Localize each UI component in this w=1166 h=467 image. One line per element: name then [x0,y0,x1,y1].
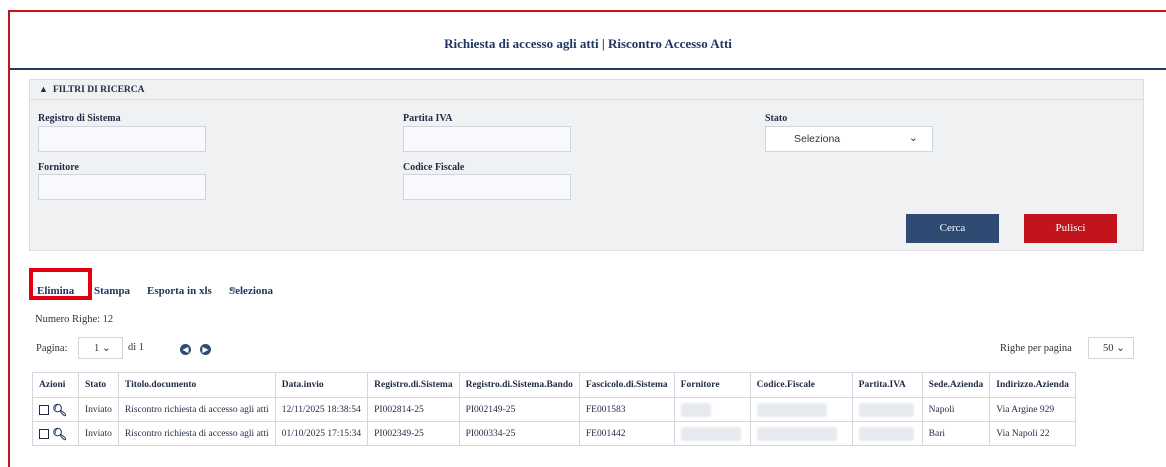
page-select[interactable]: 1 ⌄ [78,337,123,359]
cell-fascicolo: FE001442 [578,421,675,446]
stato-select[interactable]: Seleziona ⌄ [765,126,933,152]
filters-toggle[interactable]: ▲ FILTRI DI RICERCA [30,80,1143,100]
col-azioni: Azioni [32,372,79,398]
table-header-row: Azioni Stato Titolo.documento Data.invio… [32,372,1076,398]
elimina-highlight-box [29,268,92,300]
cell-registro: PI002814-25 [367,397,460,422]
partita-iva-label: Partita IVA [403,113,453,124]
table-row: 🔍︎ Inviato Riscontro richiesta di access… [32,421,1076,446]
col-fascicolo[interactable]: Fascicolo.di.Sistema [578,372,675,398]
cell-codice-redacted [749,421,853,446]
row-count: Numero Righe: 12 [35,314,114,325]
cell-data: 01/10/2025 17:15:34 [274,421,369,446]
row-actions: 🔍︎ [32,421,79,446]
registro-label: Registro di Sistema [38,113,121,124]
page-select-value: 1 [94,343,100,354]
cell-partita-redacted [851,421,923,446]
chevron-up-icon: ▲ [39,84,48,94]
cell-indirizzo: Via Argine 929 [989,397,1076,422]
partita-iva-input[interactable] [403,126,571,152]
cell-registro-bando: PI002149-25 [458,397,580,422]
pagina-label: Pagina: [36,343,68,354]
redacted-block [756,426,837,441]
cell-sede: Bari [921,421,991,446]
cell-stato: Inviato [78,421,119,446]
col-registro-bando[interactable]: Registro.di.Sistema.Bando [458,372,580,398]
cell-partita-redacted [851,397,923,422]
redacted-block [756,402,827,417]
col-data[interactable]: Data.invio [274,372,369,398]
col-fornitore[interactable]: Fornitore [673,372,751,398]
fornitore-input[interactable] [38,174,206,200]
table-row: 🔍︎ Inviato Riscontro richiesta di access… [32,397,1076,422]
page-title: Richiesta di accesso agli atti | Riscont… [10,12,1166,70]
search-filters-panel: ▲ FILTRI DI RICERCA Registro di Sistema P… [29,79,1144,251]
cell-codice-redacted [749,397,853,422]
chevron-down-icon: ⌄ [101,343,111,354]
cell-registro: PI002349-25 [367,421,460,446]
righe-value: 50 [1103,343,1114,354]
page-total: di 1 [128,342,145,353]
codice-fiscale-input[interactable] [403,174,571,200]
cell-fascicolo: FE001583 [578,397,675,422]
cell-fornitore-redacted [673,397,751,422]
cerca-button[interactable]: Cerca [906,214,999,243]
cell-data: 12/11/2025 18:38:54 [274,397,369,422]
next-page-icon[interactable]: ▶ [200,344,211,355]
stampa-button[interactable]: Stampa [94,285,130,297]
fornitore-label: Fornitore [38,162,79,173]
row-actions: 🔍︎ [32,397,79,422]
redacted-block [858,426,914,441]
codice-fiscale-label: Codice Fiscale [403,162,465,173]
col-codice-fiscale[interactable]: Codice.Fiscale [749,372,853,398]
stato-select-value: Seleziona [794,133,841,145]
cell-registro-bando: PI000334-25 [458,421,580,446]
cell-indirizzo: Via Napoli 22 [989,421,1076,446]
caret-down-icon: ▼ [229,285,238,295]
redacted-block [680,402,711,417]
cell-sede: Napoli [921,397,991,422]
search-icon[interactable]: 🔍︎ [52,427,67,441]
cell-titolo: Riscontro richiesta di accesso agli atti [117,421,276,446]
redacted-block [680,426,741,441]
search-icon[interactable]: 🔍︎ [52,403,67,417]
chevron-down-icon: ⌄ [1116,343,1125,354]
col-registro[interactable]: Registro.di.Sistema [367,372,460,398]
registro-input[interactable] [38,126,206,152]
filters-title: FILTRI DI RICERCA [53,85,145,95]
col-titolo[interactable]: Titolo.documento [117,372,276,398]
stato-label: Stato [765,113,788,124]
cell-titolo: Riscontro richiesta di accesso agli atti [117,397,276,422]
cell-stato: Inviato [78,397,119,422]
chevron-down-icon: ⌄ [908,132,918,144]
col-sede[interactable]: Sede.Azienda [921,372,991,398]
righe-per-pagina-label: Righe per pagina [1000,343,1072,354]
esporta-xls-button[interactable]: Esporta in xls [147,285,212,297]
results-table: Azioni Stato Titolo.documento Data.invio… [32,372,1076,446]
redacted-block [858,402,914,417]
righe-per-pagina-select[interactable]: 50 ⌄ [1088,337,1134,359]
pulisci-button[interactable]: Pulisci [1024,214,1117,243]
col-indirizzo[interactable]: Indirizzo.Azienda [989,372,1076,398]
row-checkbox[interactable] [39,428,49,439]
cell-fornitore-redacted [673,421,751,446]
row-checkbox[interactable] [39,404,49,415]
prev-page-icon[interactable]: ◀ [180,344,191,355]
col-partita-iva[interactable]: Partita.IVA [851,372,923,398]
col-stato[interactable]: Stato [78,372,119,398]
